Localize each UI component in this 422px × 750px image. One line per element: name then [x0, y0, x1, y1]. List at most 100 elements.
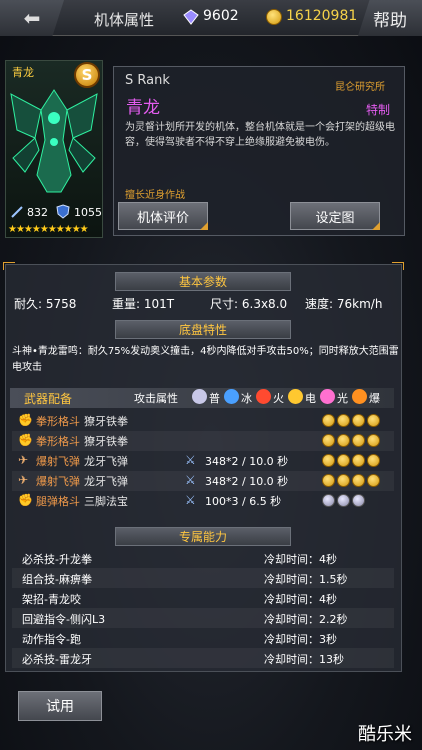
- element-electric-icon: [367, 474, 380, 487]
- stat-weight: 重量: 101T: [112, 297, 175, 311]
- ability-cooldown: 冷却时间：2.2秒: [264, 613, 348, 626]
- panel-corner: [3, 262, 15, 270]
- mecha-name-tag: 青龙: [12, 66, 34, 79]
- lab-name: 昆仑研究所: [335, 82, 385, 93]
- ability-cooldown: 冷却时间：4秒: [264, 553, 337, 566]
- attack-attribute-label: 攻击属性: [134, 392, 178, 405]
- trial-button[interactable]: 试用: [18, 691, 102, 721]
- screen: ⬅ 机体属性 9602 16120981 帮助 青龙 S 832 1055 ★★…: [0, 0, 422, 750]
- element-electric-icon: [367, 434, 380, 447]
- weapon-type: 爆射飞弹: [36, 475, 80, 488]
- element-electric-icon: [322, 474, 335, 487]
- ability-cooldown: 冷却时间：1.5秒: [264, 573, 348, 586]
- ability-cooldown: 冷却时间：4秒: [264, 593, 337, 606]
- element-normal-icon: [352, 494, 365, 507]
- mecha-eval-button[interactable]: 机体评价: [118, 202, 208, 230]
- element-electric-icon: [337, 434, 350, 447]
- fist-icon: ✊: [18, 493, 33, 507]
- fist-icon: ✊: [18, 413, 33, 427]
- weapon-name: 獠牙铁拳: [84, 415, 128, 428]
- element-normal-icon: [337, 494, 350, 507]
- shield-icon: [56, 204, 70, 219]
- element-electric-icon: [367, 454, 380, 467]
- fist-icon: ✊: [18, 433, 33, 447]
- fight-style: 擅长近身作战: [125, 190, 185, 201]
- chassis-header: 底盘特性: [115, 320, 291, 339]
- setup-image-button[interactable]: 设定图: [290, 202, 380, 230]
- element-light-icon: [320, 389, 335, 404]
- weapon-name: 獠牙铁拳: [84, 435, 128, 448]
- element-ice-icon: [224, 389, 239, 404]
- weapon-type: 爆射飞弹: [36, 455, 80, 468]
- weapon-damage: 348*2 / 10.0 秒: [205, 475, 289, 488]
- missile-icon: ✈: [18, 453, 29, 467]
- weapon-name: 龙牙飞弹: [84, 455, 128, 468]
- weapon-type: 拳形格斗: [36, 435, 80, 448]
- mecha-description: 为灵督计划所开发的机体，整台机体就是一个会打架的超级电容，使得驾驶者不得不穿上绝…: [125, 122, 395, 148]
- element-electric-icon: [322, 454, 335, 467]
- basic-params-header: 基本参数: [115, 272, 291, 291]
- element-normal-icon: [192, 389, 207, 404]
- mecha-attack: 832: [27, 206, 48, 219]
- watermark: 酷乐米: [358, 724, 412, 745]
- panel-corner: [392, 262, 404, 270]
- back-arrow-icon: ⬅: [23, 6, 41, 30]
- element-fire-label: 火: [273, 392, 284, 405]
- element-electric-icon: [337, 414, 350, 427]
- mecha-defense: 1055: [74, 206, 102, 219]
- star-rating: ★★★★★★★★★★: [8, 224, 89, 235]
- element-electric-icon: [337, 454, 350, 467]
- sword-icon: [11, 206, 23, 218]
- ability-name: 必杀技-升龙拳: [22, 553, 92, 566]
- sword-icon: ⚔: [185, 453, 196, 467]
- element-electric-icon: [352, 474, 365, 487]
- sword-icon: ⚔: [185, 473, 196, 487]
- element-electric-icon: [367, 414, 380, 427]
- ability-name: 必杀技-雷龙牙: [22, 653, 92, 666]
- weapon-name: 龙牙飞弹: [84, 475, 128, 488]
- element-electric-icon: [322, 414, 335, 427]
- sword-icon: ⚔: [185, 493, 196, 507]
- element-electric-icon: [322, 434, 335, 447]
- gem-count: 9602: [203, 8, 239, 24]
- page-title: 机体属性: [94, 11, 155, 29]
- element-electric-icon: [352, 434, 365, 447]
- element-normal-icon: [322, 494, 335, 507]
- weapon-type: 拳形格斗: [36, 415, 80, 428]
- abilities-header: 专属能力: [115, 527, 291, 546]
- rank-label: S Rank: [125, 73, 170, 88]
- ability-cooldown: 冷却时间：3秒: [264, 633, 337, 646]
- special-tag: 特制: [366, 103, 391, 117]
- element-electric-icon: [352, 454, 365, 467]
- element-electric-icon: [288, 389, 303, 404]
- weapon-damage: 100*3 / 6.5 秒: [205, 495, 282, 508]
- ability-cooldown: 冷却时间：13秒: [264, 653, 344, 666]
- mecha-title: 青龙: [126, 98, 160, 118]
- weapon-type: 腿弹格斗: [36, 495, 80, 508]
- element-electric-icon: [352, 414, 365, 427]
- element-electric-label: 电: [305, 392, 316, 405]
- weapon-name: 三脚法宝: [84, 495, 128, 508]
- stat-size: 尺寸: 6.3x8.0: [210, 297, 288, 311]
- element-explosive-icon: [352, 389, 367, 404]
- weapon-damage: 348*2 / 10.0 秒: [205, 455, 289, 468]
- element-fire-icon: [256, 389, 271, 404]
- ability-name: 组合技-麻痹拳: [22, 573, 92, 586]
- stat-durability: 耐久: 5758: [14, 297, 77, 311]
- coin-count: 16120981: [286, 8, 358, 24]
- element-light-label: 光: [337, 392, 348, 405]
- mecha-image: [10, 89, 98, 193]
- chassis-description: 斗神•青龙雷鸣：耐久75%发动奥义撞击，4秒内降低对手攻击50%；同时释放大范围…: [12, 346, 399, 373]
- gem-icon: [183, 9, 199, 25]
- element-explosive-label: 爆: [369, 392, 380, 405]
- coin-icon: [266, 9, 282, 25]
- stat-speed: 速度: 76km/h: [305, 297, 383, 311]
- ability-name: 架招-青龙咬: [22, 593, 81, 606]
- weapons-title: 武器配备: [24, 392, 73, 406]
- element-ice-label: 冰: [241, 392, 252, 405]
- ability-name: 动作指令-跑: [22, 633, 81, 646]
- element-electric-icon: [337, 474, 350, 487]
- rank-badge: S: [74, 62, 100, 88]
- element-normal-label: 普: [209, 392, 220, 405]
- missile-icon: ✈: [18, 473, 29, 487]
